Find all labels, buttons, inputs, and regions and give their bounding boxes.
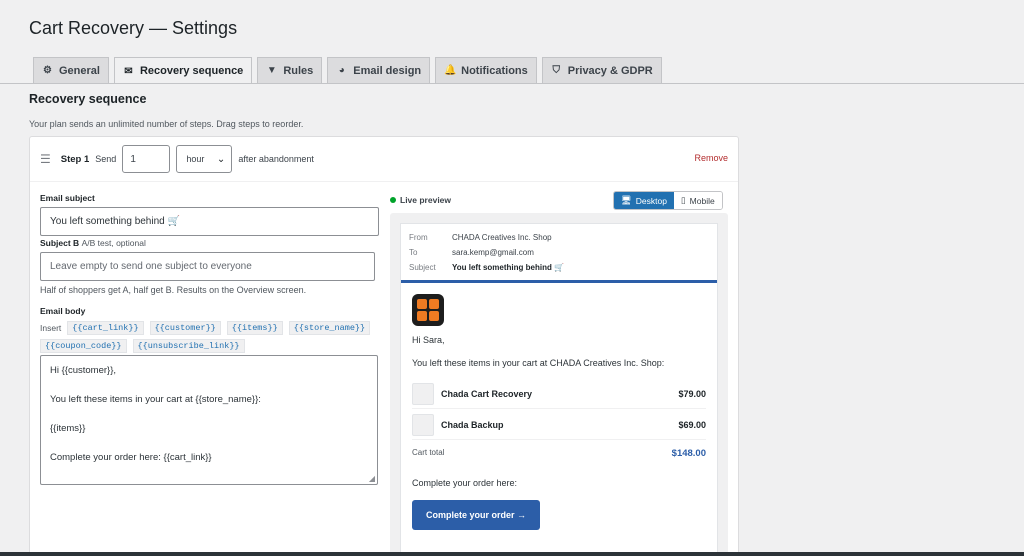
live-status-dot-icon xyxy=(390,197,396,203)
insert-label: Insert xyxy=(40,323,62,333)
section-title: Recovery sequence xyxy=(29,92,147,106)
tab-privacy-gdpr[interactable]: ⛉ Privacy & GDPR xyxy=(541,57,662,83)
token-store-name[interactable]: {{store_name}} xyxy=(288,321,371,335)
email-preview: From CHADA Creatives Inc. Shop To sara.kem… xyxy=(400,223,718,556)
insert-tokens: Insert {{cart_link}} {{customer}} {{item… xyxy=(40,321,380,353)
item-price: $69.00 xyxy=(678,419,706,430)
step-divider xyxy=(30,181,738,182)
list-item: Chada Backup $69.00 xyxy=(412,410,706,440)
store-logo xyxy=(412,294,444,326)
email-header-bar xyxy=(401,280,717,283)
tab-divider xyxy=(0,83,1024,84)
mobile-toggle-button[interactable]: ▯ Mobile xyxy=(673,192,722,209)
step-label: Step 1 xyxy=(60,153,90,165)
shield-icon: ⛉ xyxy=(552,65,561,76)
subject-b-optional-note: A/B test, optional xyxy=(81,238,146,248)
resize-handle-icon[interactable]: ◢ xyxy=(369,474,375,483)
chevron-down-icon: ⌄ xyxy=(216,153,226,165)
complete-order-text: Complete your order here: xyxy=(412,478,518,488)
from-row: From CHADA Creatives Inc. Shop xyxy=(409,233,552,242)
subject-input[interactable]: You left something behind 🛒 xyxy=(40,207,379,236)
token-coupon-code[interactable]: {{coupon_code}} xyxy=(40,339,127,353)
cart-total-label: Cart total xyxy=(412,448,445,457)
step-card: ☰ Step 1 Send 1 hour ⌄ after abandonment… xyxy=(29,136,739,556)
token-customer[interactable]: {{customer}} xyxy=(149,321,221,335)
item-price: $79.00 xyxy=(678,388,706,399)
product-thumbnail xyxy=(412,382,434,405)
tab-recovery-sequence[interactable]: ✉ Recovery sequence xyxy=(113,57,253,84)
phone-icon: ▯ xyxy=(680,195,686,205)
desktop-toggle-button[interactable]: 🖥 Desktop xyxy=(614,192,674,209)
token-items[interactable]: {{items}} xyxy=(226,321,283,335)
tab-general[interactable]: ⚙ General xyxy=(33,57,109,83)
item-name: Chada Backup xyxy=(441,419,504,430)
bottom-edge-bar xyxy=(0,552,1024,556)
cart-total-row: Cart total $148.00 xyxy=(412,448,706,459)
email-greeting: Hi Sara, xyxy=(412,335,445,345)
live-preview-label: Live preview xyxy=(390,195,451,205)
monitor-icon: 🖥 xyxy=(621,195,632,205)
gear-icon: ⚙ xyxy=(43,65,52,76)
step-header: ☰ Step 1 Send 1 hour ⌄ after abandonment xyxy=(30,137,738,181)
body-line: Complete your order here: {{cart_link}} xyxy=(50,452,212,463)
body-line: {{items}} xyxy=(50,423,86,434)
subject-b-label: Subject B A/B test, optional xyxy=(40,238,146,248)
email-intro: You left these items in your cart at CHA… xyxy=(412,358,665,368)
to-row: To sara.kemp@gmail.com xyxy=(409,248,534,257)
tab-email-design[interactable]: ◕ Email design xyxy=(327,57,431,83)
token-cart-link[interactable]: {{cart_link}} xyxy=(67,321,144,335)
body-line: You left these items in your cart at {{s… xyxy=(50,394,261,405)
list-item: Chada Cart Recovery $79.00 xyxy=(412,379,706,409)
filter-icon: ▼ xyxy=(266,65,277,76)
page-title: Cart Recovery — Settings xyxy=(29,18,238,38)
subject-b-helper: Half of shoppers get A, half get B. Resu… xyxy=(40,285,307,295)
subject-row: Subject You left something behind 🛒 xyxy=(409,263,565,272)
delay-unit-select[interactable]: hour ⌄ xyxy=(176,145,233,173)
preview-device-toggle: 🖥 Desktop ▯ Mobile xyxy=(613,191,723,210)
product-thumbnail xyxy=(412,413,434,436)
tab-rules[interactable]: ▼ Rules xyxy=(257,57,323,83)
send-delay-input[interactable]: 1 xyxy=(122,145,171,173)
subject-label: Email subject xyxy=(40,193,95,203)
send-label: Send xyxy=(95,154,117,164)
plan-note: Your plan sends an unlimited number of s… xyxy=(29,119,304,129)
body-label: Email body xyxy=(40,306,86,316)
bell-icon: 🔔 xyxy=(444,65,457,76)
complete-order-button[interactable]: Complete your order → xyxy=(412,500,540,530)
after-abandonment-text: after abandonment xyxy=(238,154,314,164)
token-unsubscribe-link[interactable]: {{unsubscribe_link}} xyxy=(132,339,245,353)
item-name: Chada Cart Recovery xyxy=(441,388,533,399)
remove-step-link[interactable]: Remove xyxy=(694,153,728,163)
subject-b-input[interactable]: Leave empty to send one subject to every… xyxy=(40,252,375,281)
envelope-icon: ✉ xyxy=(124,65,133,77)
palette-icon: ◕ xyxy=(338,65,345,76)
tab-notifications[interactable]: 🔔 Notifications xyxy=(435,57,537,83)
email-body-textarea[interactable]: Hi {{customer}}, You left these items in… xyxy=(40,355,378,485)
cart-total-value: $148.00 xyxy=(671,448,706,459)
settings-tabs: ⚙ General ✉ Recovery sequence ▼ Rules ◕ Emai… xyxy=(33,57,662,84)
delay-unit-value: hour xyxy=(186,154,205,164)
body-line: Hi {{customer}}, xyxy=(50,365,117,376)
drag-handle-icon[interactable]: ☰ xyxy=(40,152,51,166)
